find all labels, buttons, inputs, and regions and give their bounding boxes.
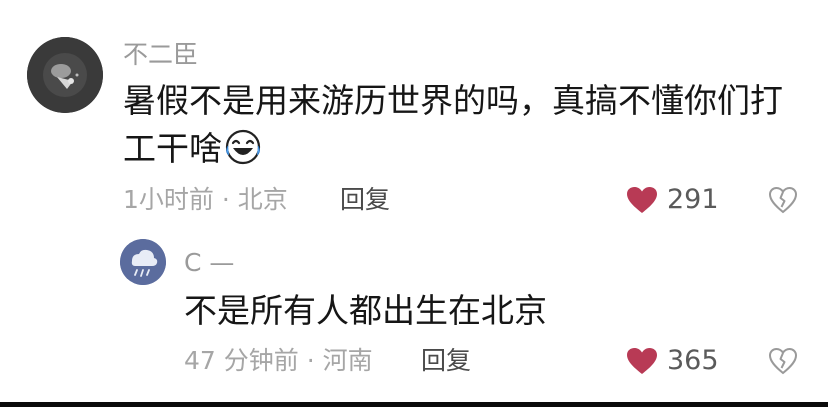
comment-location: 北京 — [237, 185, 288, 214]
comment-time: 1小时前 — [123, 185, 214, 214]
laughing-crying-emoji-icon — [224, 128, 262, 180]
heart-icon — [627, 348, 657, 374]
reply-text: 不是所有人都出生在北京 — [184, 291, 547, 330]
reply-like-count: 365 — [667, 345, 719, 376]
like-count: 291 — [667, 184, 719, 215]
dislike-heart-icon[interactable] — [768, 347, 798, 375]
reply-like-button[interactable]: 365 — [626, 346, 719, 376]
heart-icon — [627, 187, 657, 213]
comment-meta: 1小时前 · 北京 — [123, 185, 288, 215]
avatar[interactable] — [27, 37, 103, 113]
comment-thread: 不二臣 暑假不是用来游历世界的吗，真搞不懂你们打 工干啥 1小时前 · 北京 回… — [0, 0, 828, 407]
screen-bottom-edge — [0, 402, 828, 407]
reply-username[interactable]: C — — [184, 248, 234, 278]
reply-location: 河南 — [322, 346, 373, 375]
comment-text-line-2: 工干啥 — [123, 124, 262, 180]
reply-to-reply-button[interactable]: 回复 — [421, 346, 471, 376]
reply-avatar[interactable] — [120, 239, 166, 285]
like-button[interactable]: 291 — [626, 185, 719, 215]
meta-separator: · — [306, 346, 315, 375]
dislike-heart-icon[interactable] — [768, 186, 798, 214]
meta-separator: · — [221, 185, 230, 214]
reply-time: 47 分钟前 — [184, 346, 299, 375]
cloud-rain-icon — [120, 239, 166, 285]
avatar-image — [27, 37, 103, 113]
reply-button[interactable]: 回复 — [340, 185, 390, 215]
comment-text-line-1: 暑假不是用来游历世界的吗，真搞不懂你们打 — [123, 81, 783, 120]
comment-text-line-2-words: 工干啥 — [123, 129, 222, 168]
comment-username[interactable]: 不二臣 — [123, 40, 198, 70]
reply-meta: 47 分钟前 · 河南 — [184, 346, 373, 376]
